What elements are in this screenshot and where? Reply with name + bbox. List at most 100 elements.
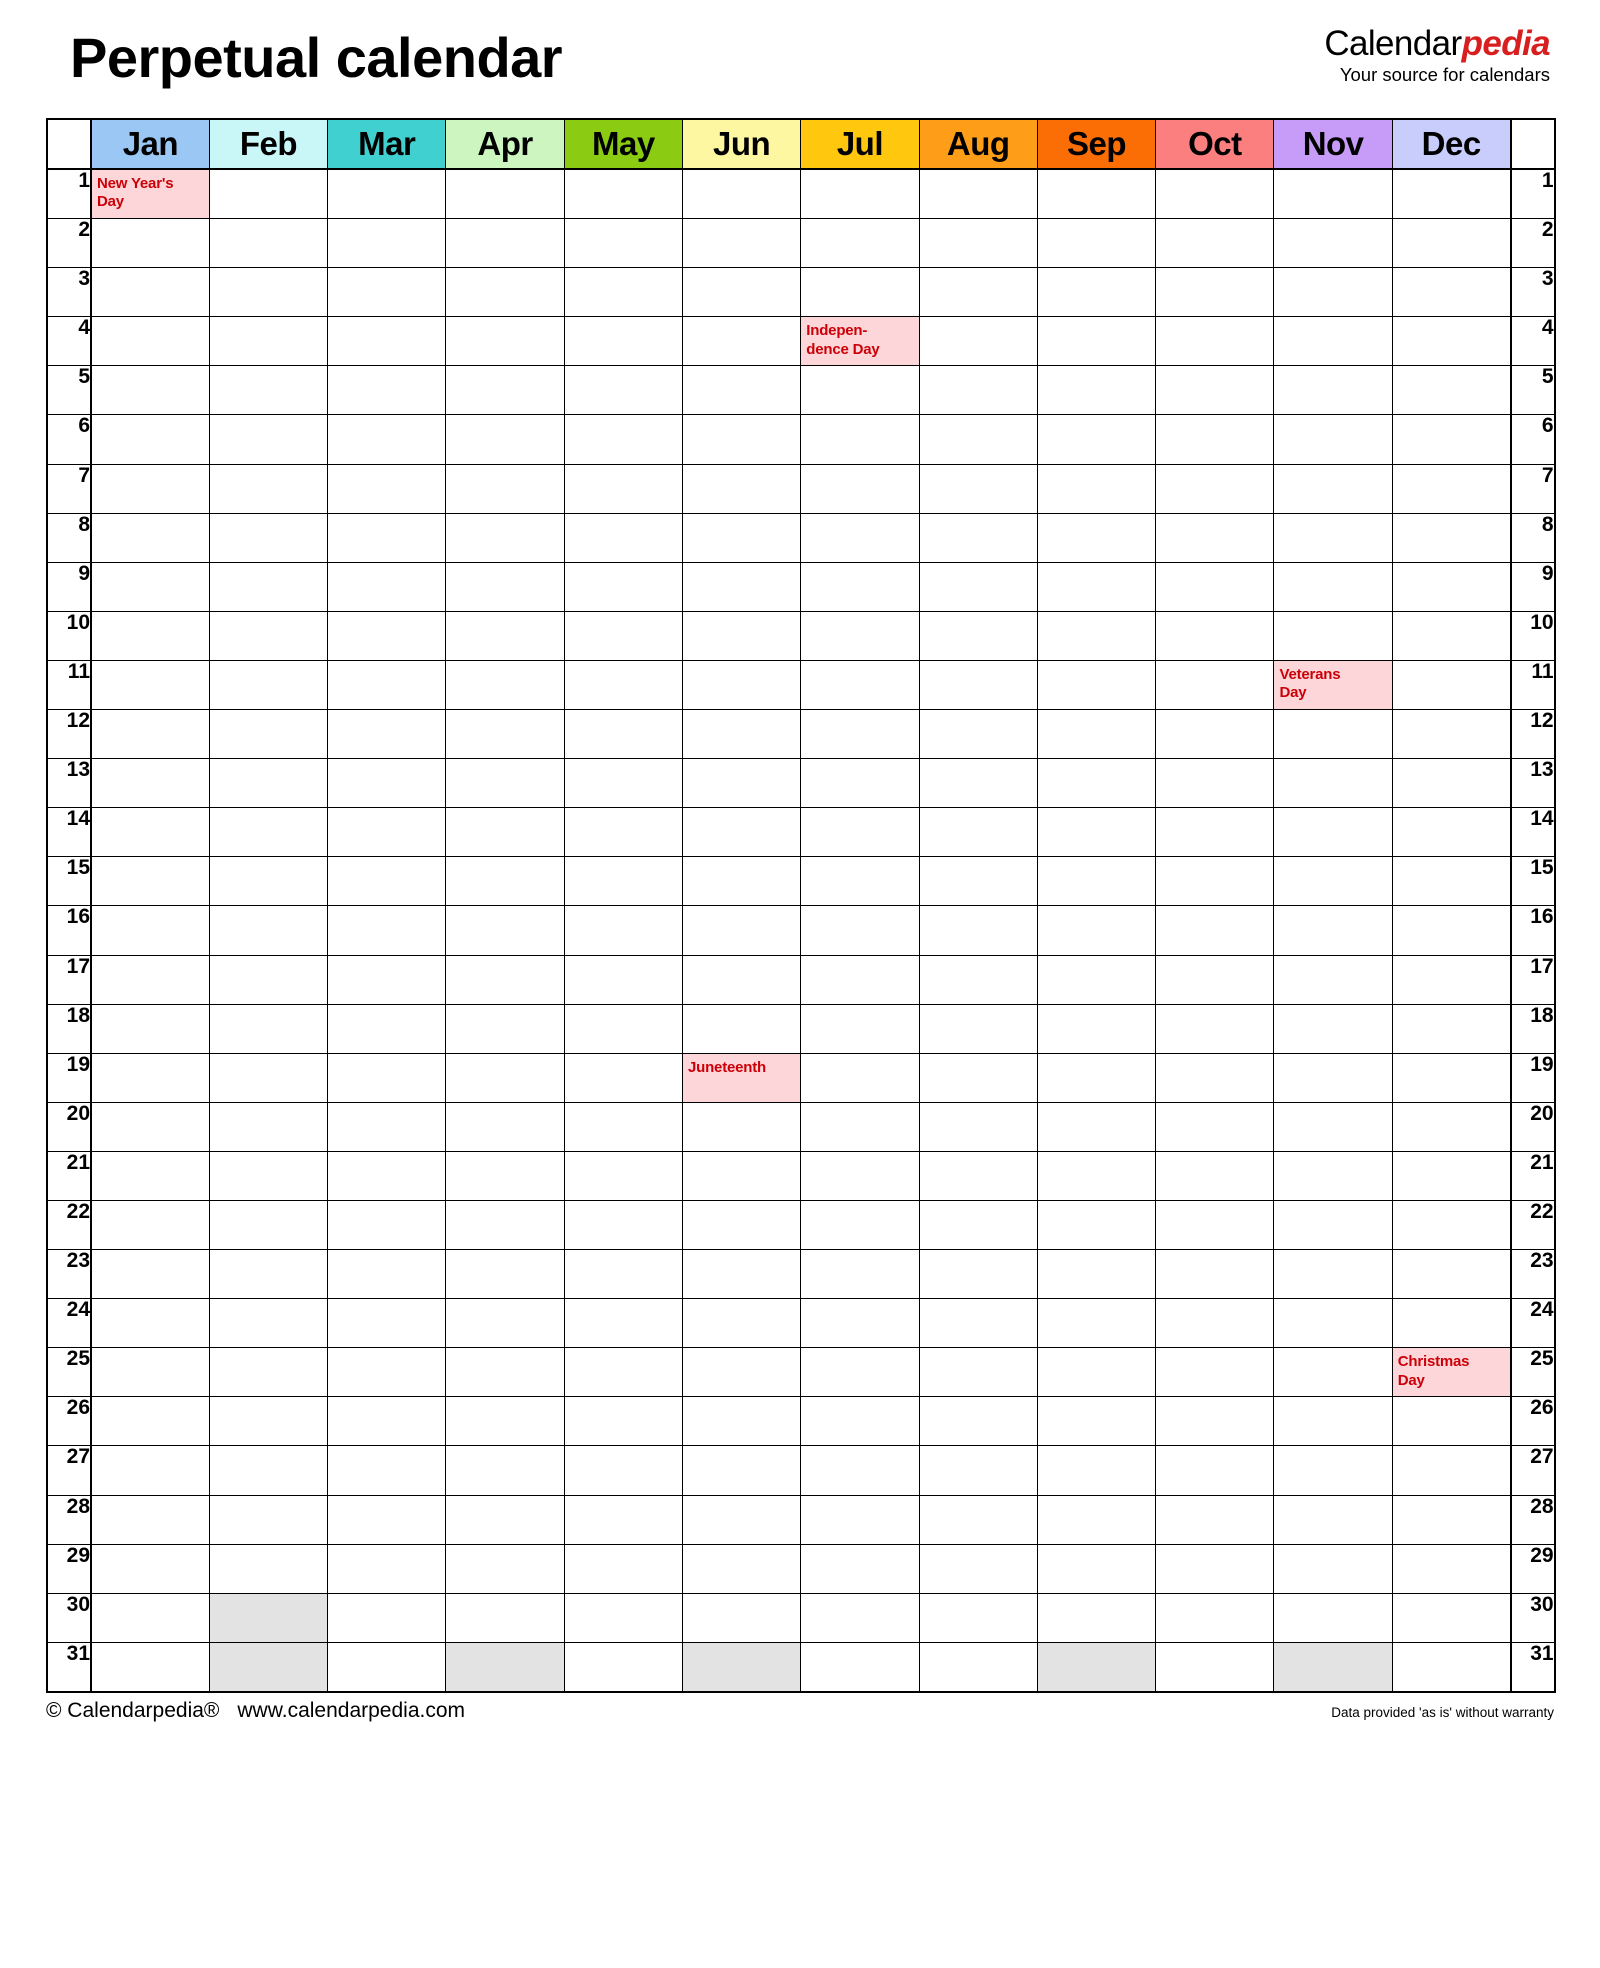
cell-may-12[interactable]	[563, 709, 683, 760]
cell-nov-7[interactable]	[1273, 463, 1393, 514]
cell-oct-25[interactable]	[1155, 1347, 1275, 1398]
cell-apr-13[interactable]	[445, 758, 565, 809]
month-header-jul[interactable]: Jul	[800, 118, 920, 170]
cell-mar-7[interactable]	[327, 463, 447, 514]
cell-mar-2[interactable]	[327, 218, 447, 269]
cell-mar-3[interactable]	[327, 267, 447, 318]
cell-mar-14[interactable]	[327, 807, 447, 858]
cell-nov-24[interactable]	[1273, 1298, 1393, 1349]
cell-jan-25[interactable]	[90, 1347, 210, 1398]
cell-oct-30[interactable]	[1155, 1592, 1275, 1643]
cell-dec-11[interactable]	[1391, 659, 1512, 711]
cell-aug-14[interactable]	[918, 807, 1038, 858]
cell-oct-22[interactable]	[1155, 1199, 1275, 1251]
cell-jul-16[interactable]	[800, 905, 920, 956]
cell-oct-7[interactable]	[1155, 463, 1275, 514]
cell-nov-28[interactable]	[1273, 1494, 1393, 1545]
cell-feb-13[interactable]	[208, 758, 329, 809]
cell-nov-19[interactable]	[1273, 1052, 1393, 1103]
cell-jan-9[interactable]	[90, 561, 210, 612]
cell-jul-26[interactable]	[800, 1396, 920, 1447]
cell-jul-23[interactable]	[800, 1249, 920, 1300]
cell-mar-12[interactable]	[327, 709, 447, 760]
cell-may-20[interactable]	[563, 1101, 683, 1152]
holiday-cell-jul-4[interactable]: Indepen-dence Day	[800, 316, 920, 367]
cell-apr-8[interactable]	[445, 512, 565, 563]
cell-nov-25[interactable]	[1273, 1347, 1393, 1398]
cell-may-22[interactable]	[563, 1199, 683, 1251]
cell-sep-6[interactable]	[1036, 414, 1157, 465]
cell-oct-12[interactable]	[1155, 709, 1275, 760]
cell-jun-2[interactable]	[681, 218, 802, 269]
cell-sep-13[interactable]	[1036, 758, 1157, 809]
cell-feb-3[interactable]	[208, 267, 329, 318]
cell-may-21[interactable]	[563, 1150, 683, 1201]
cell-jan-10[interactable]	[90, 610, 210, 661]
cell-oct-13[interactable]	[1155, 758, 1275, 809]
cell-oct-3[interactable]	[1155, 267, 1275, 318]
cell-sep-19[interactable]	[1036, 1052, 1157, 1103]
cell-apr-9[interactable]	[445, 561, 565, 612]
cell-sep-30[interactable]	[1036, 1592, 1157, 1643]
cell-jun-24[interactable]	[681, 1298, 802, 1349]
cell-may-10[interactable]	[563, 610, 683, 661]
holiday-cell-jun-19[interactable]: Juneteenth	[681, 1052, 802, 1103]
cell-jun-26[interactable]	[681, 1396, 802, 1447]
cell-feb-29[interactable]	[208, 1543, 329, 1594]
cell-feb-17[interactable]	[208, 954, 329, 1005]
cell-oct-20[interactable]	[1155, 1101, 1275, 1152]
cell-apr-30[interactable]	[445, 1592, 565, 1643]
cell-oct-28[interactable]	[1155, 1494, 1275, 1545]
cell-jan-4[interactable]	[90, 316, 210, 367]
cell-aug-1[interactable]	[918, 168, 1038, 220]
cell-feb-4[interactable]	[208, 316, 329, 367]
cell-may-17[interactable]	[563, 954, 683, 1005]
cell-sep-22[interactable]	[1036, 1199, 1157, 1251]
cell-nov-27[interactable]	[1273, 1445, 1393, 1496]
cell-feb-14[interactable]	[208, 807, 329, 858]
cell-jun-4[interactable]	[681, 316, 802, 367]
cell-feb-6[interactable]	[208, 414, 329, 465]
cell-dec-5[interactable]	[1391, 365, 1512, 416]
cell-dec-27[interactable]	[1391, 1445, 1512, 1496]
cell-mar-6[interactable]	[327, 414, 447, 465]
cell-oct-1[interactable]	[1155, 168, 1275, 220]
cell-feb-12[interactable]	[208, 709, 329, 760]
cell-jul-12[interactable]	[800, 709, 920, 760]
cell-mar-20[interactable]	[327, 1101, 447, 1152]
cell-nov-20[interactable]	[1273, 1101, 1393, 1152]
cell-jun-6[interactable]	[681, 414, 802, 465]
cell-dec-19[interactable]	[1391, 1052, 1512, 1103]
cell-oct-15[interactable]	[1155, 856, 1275, 907]
cell-jun-17[interactable]	[681, 954, 802, 1005]
cell-aug-5[interactable]	[918, 365, 1038, 416]
cell-feb-8[interactable]	[208, 512, 329, 563]
cell-apr-15[interactable]	[445, 856, 565, 907]
month-header-jun[interactable]: Jun	[681, 118, 802, 170]
cell-apr-21[interactable]	[445, 1150, 565, 1201]
cell-jan-6[interactable]	[90, 414, 210, 465]
cell-aug-9[interactable]	[918, 561, 1038, 612]
footer-website[interactable]: www.calendarpedia.com	[237, 1699, 465, 1722]
cell-dec-13[interactable]	[1391, 758, 1512, 809]
cell-mar-15[interactable]	[327, 856, 447, 907]
cell-nov-22[interactable]	[1273, 1199, 1393, 1251]
cell-jan-20[interactable]	[90, 1101, 210, 1152]
cell-may-7[interactable]	[563, 463, 683, 514]
cell-aug-26[interactable]	[918, 1396, 1038, 1447]
cell-mar-18[interactable]	[327, 1003, 447, 1054]
cell-jul-19[interactable]	[800, 1052, 920, 1103]
cell-jan-11[interactable]	[90, 659, 210, 711]
cell-apr-5[interactable]	[445, 365, 565, 416]
cell-dec-28[interactable]	[1391, 1494, 1512, 1545]
cell-oct-11[interactable]	[1155, 659, 1275, 711]
cell-dec-2[interactable]	[1391, 218, 1512, 269]
cell-dec-31[interactable]	[1391, 1641, 1512, 1693]
cell-oct-23[interactable]	[1155, 1249, 1275, 1300]
cell-jul-3[interactable]	[800, 267, 920, 318]
cell-dec-23[interactable]	[1391, 1249, 1512, 1300]
cell-feb-23[interactable]	[208, 1249, 329, 1300]
cell-nov-4[interactable]	[1273, 316, 1393, 367]
cell-jul-8[interactable]	[800, 512, 920, 563]
cell-apr-27[interactable]	[445, 1445, 565, 1496]
